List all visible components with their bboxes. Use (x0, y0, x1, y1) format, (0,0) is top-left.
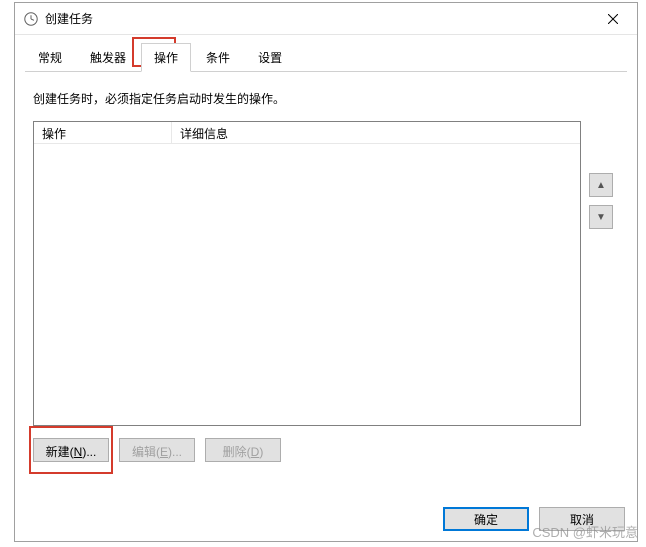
edit-button: 编辑(E)... (119, 438, 195, 462)
tab-conditions[interactable]: 条件 (193, 43, 243, 72)
tab-bar: 常规 触发器 操作 条件 设置 (15, 35, 637, 72)
actions-list[interactable]: 操作 详细信息 (33, 121, 581, 426)
list-header: 操作 详细信息 (34, 122, 580, 144)
move-down-button[interactable]: ▼ (589, 205, 613, 229)
chevron-up-icon: ▲ (596, 180, 606, 191)
column-action[interactable]: 操作 (34, 122, 172, 143)
chevron-down-icon: ▼ (596, 212, 606, 223)
tab-settings[interactable]: 设置 (245, 43, 295, 72)
new-button[interactable]: 新建(N)... (33, 438, 109, 462)
close-icon (608, 14, 618, 24)
dialog-footer: 确定 取消 (443, 507, 625, 531)
ok-button[interactable]: 确定 (443, 507, 529, 531)
move-up-button[interactable]: ▲ (589, 173, 613, 197)
clock-icon (23, 11, 39, 27)
description-text: 创建任务时，必须指定任务启动时发生的操作。 (33, 90, 619, 107)
delete-button: 删除(D) (205, 438, 281, 462)
dialog-window: 创建任务 常规 触发器 操作 条件 设置 创建任务时，必须指定任务启动时发生的操… (14, 2, 638, 542)
close-button[interactable] (593, 5, 633, 33)
window-title: 创建任务 (45, 10, 593, 27)
main-row: 操作 详细信息 ▲ ▼ (33, 121, 619, 426)
reorder-buttons: ▲ ▼ (589, 121, 613, 426)
tab-general[interactable]: 常规 (25, 43, 75, 72)
tab-triggers[interactable]: 触发器 (77, 43, 139, 72)
tab-content: 创建任务时，必须指定任务启动时发生的操作。 操作 详细信息 ▲ ▼ 新建(N).… (15, 72, 637, 520)
titlebar: 创建任务 (15, 3, 637, 35)
action-buttons: 新建(N)... 编辑(E)... 删除(D) (33, 438, 619, 462)
tab-actions[interactable]: 操作 (141, 43, 191, 72)
tab-underline (25, 71, 627, 72)
column-detail[interactable]: 详细信息 (172, 122, 580, 143)
cancel-button[interactable]: 取消 (539, 507, 625, 531)
